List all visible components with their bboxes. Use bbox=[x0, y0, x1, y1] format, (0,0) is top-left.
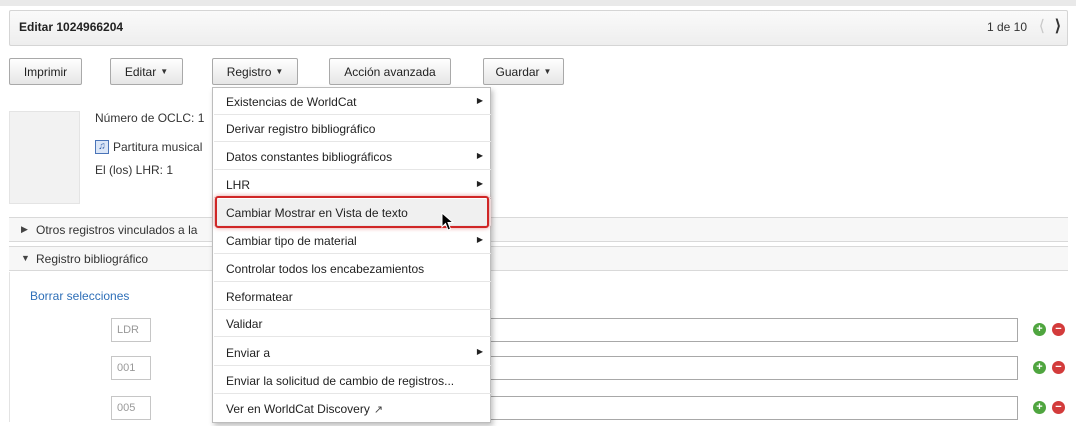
advanced-action-button[interactable]: Acción avanzada bbox=[329, 58, 451, 85]
menu-item-worldcat-discovery[interactable]: Ver en WorldCat Discovery ↗ bbox=[214, 395, 491, 422]
menu-item-label: Existencias de WorldCat bbox=[226, 95, 357, 109]
record-button[interactable]: Registro ▼ bbox=[212, 58, 298, 85]
music-score-icon: ♫ bbox=[95, 140, 109, 154]
menu-item-text: Ver en WorldCat Discovery bbox=[226, 402, 370, 416]
menu-item-control-headings[interactable]: Controlar todos los encabezamientos bbox=[214, 255, 491, 282]
mouse-cursor-icon bbox=[441, 212, 455, 231]
menu-item-send-to[interactable]: Enviar a ▶ bbox=[214, 339, 491, 366]
submenu-arrow-icon: ▶ bbox=[476, 96, 483, 105]
clear-selections-link[interactable]: Borrar selecciones bbox=[30, 289, 129, 303]
remove-field-icon[interactable]: − bbox=[1052, 401, 1065, 414]
cover-thumbnail bbox=[9, 111, 80, 204]
pager-count: 1 de 10 bbox=[986, 20, 1027, 34]
field-tag-ldr[interactable]: LDR bbox=[111, 318, 151, 342]
menu-item-validate[interactable]: Validar bbox=[214, 310, 491, 337]
remove-field-icon[interactable]: − bbox=[1052, 361, 1065, 374]
save-button[interactable]: Guardar ▼ bbox=[483, 58, 564, 85]
record-dropdown-menu: Existencias de WorldCat ▶ Derivar regist… bbox=[212, 87, 491, 423]
menu-item-change-request[interactable]: Enviar la solicitud de cambio de registr… bbox=[214, 367, 491, 394]
menu-item-label: Derivar registro bibliográfico bbox=[226, 122, 376, 136]
panel-border bbox=[9, 272, 10, 422]
menu-item-label: Enviar a bbox=[226, 346, 271, 360]
caret-down-icon: ▼ bbox=[543, 67, 552, 76]
menu-item-label: Cambiar tipo de material bbox=[226, 234, 357, 248]
top-divider bbox=[0, 0, 1076, 6]
caret-down-icon: ▼ bbox=[275, 67, 284, 76]
chevron-right-icon[interactable]: ⟩ bbox=[1055, 16, 1061, 36]
advanced-action-label: Acción avanzada bbox=[344, 64, 436, 79]
page-title: Editar 1024966204 bbox=[19, 20, 124, 34]
menu-item-label: Ver en WorldCat Discovery ↗ bbox=[226, 402, 383, 416]
submenu-arrow-icon: ▶ bbox=[476, 151, 483, 160]
field-value-005[interactable] bbox=[490, 396, 1018, 420]
edit-button-label: Editar bbox=[124, 64, 157, 79]
submenu-arrow-icon: ▶ bbox=[476, 347, 483, 356]
submenu-arrow-icon: ▶ bbox=[476, 235, 483, 244]
field-value-ldr[interactable] bbox=[490, 318, 1018, 342]
menu-item-constant-data[interactable]: Datos constantes bibliográficos ▶ bbox=[214, 143, 491, 170]
lhr-count: El (los) LHR: 1 bbox=[95, 163, 174, 177]
format-label: Partitura musical bbox=[113, 140, 203, 154]
menu-item-lhr[interactable]: LHR ▶ bbox=[214, 171, 491, 198]
menu-item-label: LHR bbox=[226, 178, 251, 192]
add-field-icon[interactable]: + bbox=[1033, 323, 1046, 336]
external-link-icon: ↗ bbox=[373, 404, 384, 416]
edit-button[interactable]: Editar ▼ bbox=[110, 58, 183, 85]
menu-item-label: Controlar todos los encabezamientos bbox=[226, 262, 425, 276]
record-button-label: Registro bbox=[226, 64, 272, 79]
menu-item-reformat[interactable]: Reformatear bbox=[214, 283, 491, 310]
print-button-label: Imprimir bbox=[23, 64, 68, 79]
submenu-arrow-icon: ▶ bbox=[476, 179, 483, 188]
menu-item-worldcat-holdings[interactable]: Existencias de WorldCat ▶ bbox=[214, 88, 491, 115]
chevron-left-icon[interactable]: ⟨ bbox=[1039, 16, 1045, 36]
menu-item-label: Datos constantes bibliográficos bbox=[226, 150, 393, 164]
record-header: Editar 1024966204 1 de 10 ⟨ ⟩ bbox=[9, 10, 1068, 46]
save-button-label: Guardar bbox=[495, 64, 540, 79]
caret-down-icon: ▼ bbox=[160, 67, 169, 76]
field-tag-005[interactable]: 005 bbox=[111, 396, 151, 420]
add-field-icon[interactable]: + bbox=[1033, 361, 1046, 374]
print-button[interactable]: Imprimir bbox=[9, 58, 82, 85]
add-field-icon[interactable]: + bbox=[1033, 401, 1046, 414]
linked-records-section[interactable]: ▶ Otros registros vinculados a la bbox=[9, 217, 1068, 242]
bib-record-label: Registro bibliográfico bbox=[36, 252, 149, 266]
oclc-number: Número de OCLC: 1 bbox=[95, 111, 205, 125]
edit-record-page: Editar 1024966204 1 de 10 ⟨ ⟩ Imprimir E… bbox=[0, 0, 1076, 426]
menu-item-label: Enviar la solicitud de cambio de registr… bbox=[226, 374, 455, 388]
field-tag-001[interactable]: 001 bbox=[111, 356, 151, 380]
menu-item-label: Reformatear bbox=[226, 290, 293, 304]
menu-item-label: Validar bbox=[226, 317, 263, 331]
bib-record-section[interactable]: ▼ Registro bibliográfico bbox=[9, 246, 1068, 271]
linked-records-label: Otros registros vinculados a la bbox=[36, 223, 198, 237]
chevron-down-icon: ▼ bbox=[21, 253, 30, 263]
menu-item-derive-record[interactable]: Derivar registro bibliográfico bbox=[214, 115, 491, 142]
field-value-001[interactable] bbox=[490, 356, 1018, 380]
chevron-right-icon: ▶ bbox=[21, 224, 28, 234]
remove-field-icon[interactable]: − bbox=[1052, 323, 1065, 336]
